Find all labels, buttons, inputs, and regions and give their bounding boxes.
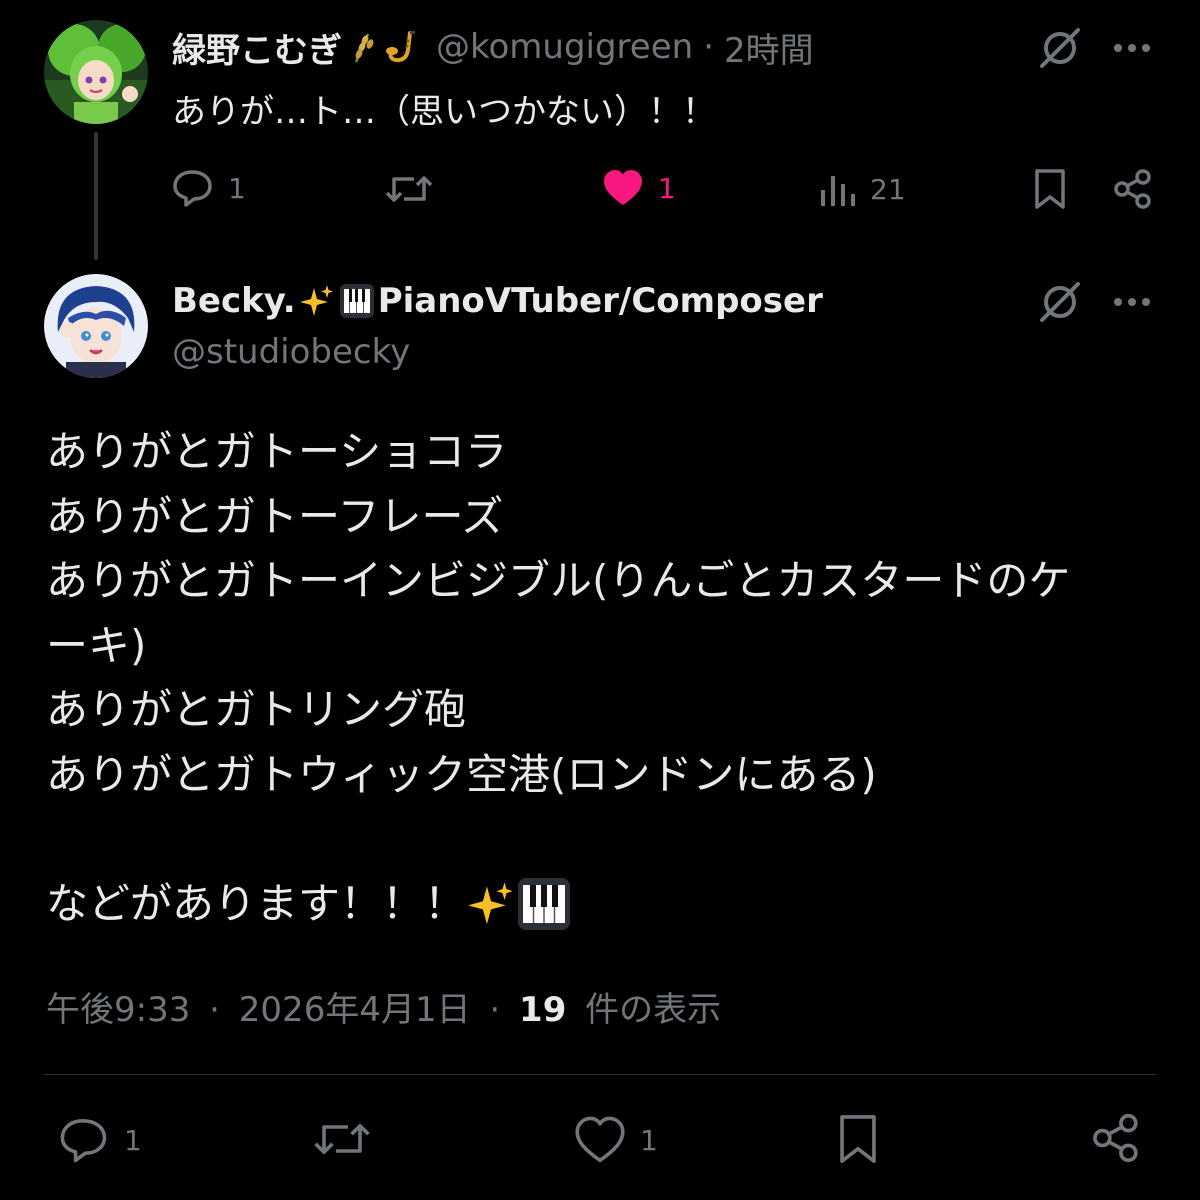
bookmark-icon[interactable]: [1030, 166, 1070, 212]
tweet-line: などがあります！！！: [46, 878, 467, 928]
sparkles-icon: [299, 284, 334, 318]
tweet-line: ーキ): [46, 620, 147, 670]
tweet-line: ありがとガトーフレーズ: [46, 491, 504, 541]
tweet-like-button[interactable]: 1: [574, 1116, 658, 1164]
bookmark-icon[interactable]: [832, 1110, 884, 1168]
retweet-icon: [385, 176, 433, 202]
reply-icon: [173, 170, 212, 207]
reply-icon: [60, 1119, 107, 1163]
views-icon: [821, 176, 855, 206]
reply-retweet-button[interactable]: [384, 170, 434, 208]
wheat-icon: [348, 30, 378, 64]
reply-display-name[interactable]: 緑野こむぎ: [172, 23, 342, 72]
tweet-line: ありがとガトウィック空港(ロンドンにある): [46, 749, 877, 799]
tweet-thread-page: 緑野こむぎ @komugigreen · 2時間 ありが…ト…（思いつかない）！…: [0, 0, 1200, 1200]
heart-filled-icon: [604, 170, 642, 205]
reply-like-button[interactable]: 1: [602, 168, 676, 208]
tweet-date[interactable]: 2026年4月1日: [239, 990, 471, 1030]
tweet-handle[interactable]: @studiobecky: [172, 332, 410, 372]
tweet-line: ありがとガトーインビジブル(りんごとカスタードのケ: [46, 556, 1071, 605]
meta-separator: ·: [489, 990, 501, 1030]
tweet-display-name[interactable]: Becky.: [172, 281, 296, 321]
tweet-header: Becky. PianoVTuber/Composer: [172, 278, 823, 324]
meta-separator: ·: [209, 990, 220, 1030]
piano-icon: [518, 877, 571, 930]
tweet-meta: 午後9:33 · 2026年4月1日 · 19 件の表示: [46, 982, 721, 1031]
tweet-line: ありがとガトーショコラ: [46, 427, 508, 476]
tweet-display-name-rest[interactable]: PianoVTuber/Composer: [378, 281, 823, 321]
divider: [44, 1074, 1156, 1075]
tweet-views-count[interactable]: 19: [519, 990, 566, 1030]
reply-reply-button[interactable]: 1: [172, 168, 246, 208]
tweet-views-label: 件の表示: [585, 990, 722, 1030]
retweet-icon: [314, 1124, 370, 1154]
tweet-body: ありがとガトーショコラ ありがとガトーフレーズ ありがとガトーインビジブル(りん…: [46, 420, 1156, 936]
reply-reply-count: 1: [228, 171, 246, 205]
share-icon[interactable]: [1088, 1110, 1144, 1166]
tweet-time[interactable]: 午後9:33: [46, 990, 190, 1030]
more-icon[interactable]: [1110, 30, 1154, 66]
reply-text: ありが…ト…（思いつかない）！！: [172, 92, 716, 132]
reply-handle[interactable]: @komugigreen: [436, 27, 693, 67]
tweet-retweet-button[interactable]: [312, 1116, 372, 1162]
more-icon[interactable]: [1110, 284, 1154, 320]
thread-connector: [94, 132, 98, 260]
reply-separator: ·: [703, 27, 714, 67]
tweet-like-count: 1: [640, 1123, 658, 1157]
sparkles-icon: [468, 881, 514, 927]
tweet-reply-button[interactable]: 1: [58, 1116, 142, 1164]
reply-header: 緑野こむぎ @komugigreen · 2時間: [172, 23, 814, 72]
reply-views-count: 21: [870, 172, 906, 206]
becky-avatar[interactable]: [44, 274, 148, 378]
tweet-last-line: などがあります！！！: [46, 872, 1156, 937]
heart-icon: [575, 1116, 625, 1163]
reply-like-count: 1: [658, 171, 676, 205]
saxophone-icon: [384, 30, 418, 64]
piano-icon: [339, 284, 374, 318]
share-icon[interactable]: [1110, 166, 1156, 212]
reply-time[interactable]: 2時間: [724, 23, 814, 72]
tweet-reply-count: 1: [124, 1123, 142, 1157]
komugi-avatar[interactable]: [44, 20, 148, 124]
grok-icon[interactable]: [1036, 26, 1084, 70]
grok-icon[interactable]: [1036, 280, 1084, 324]
tweet-line: ありがとガトリング砲: [46, 685, 467, 734]
reply-views-button[interactable]: 21: [818, 170, 906, 208]
